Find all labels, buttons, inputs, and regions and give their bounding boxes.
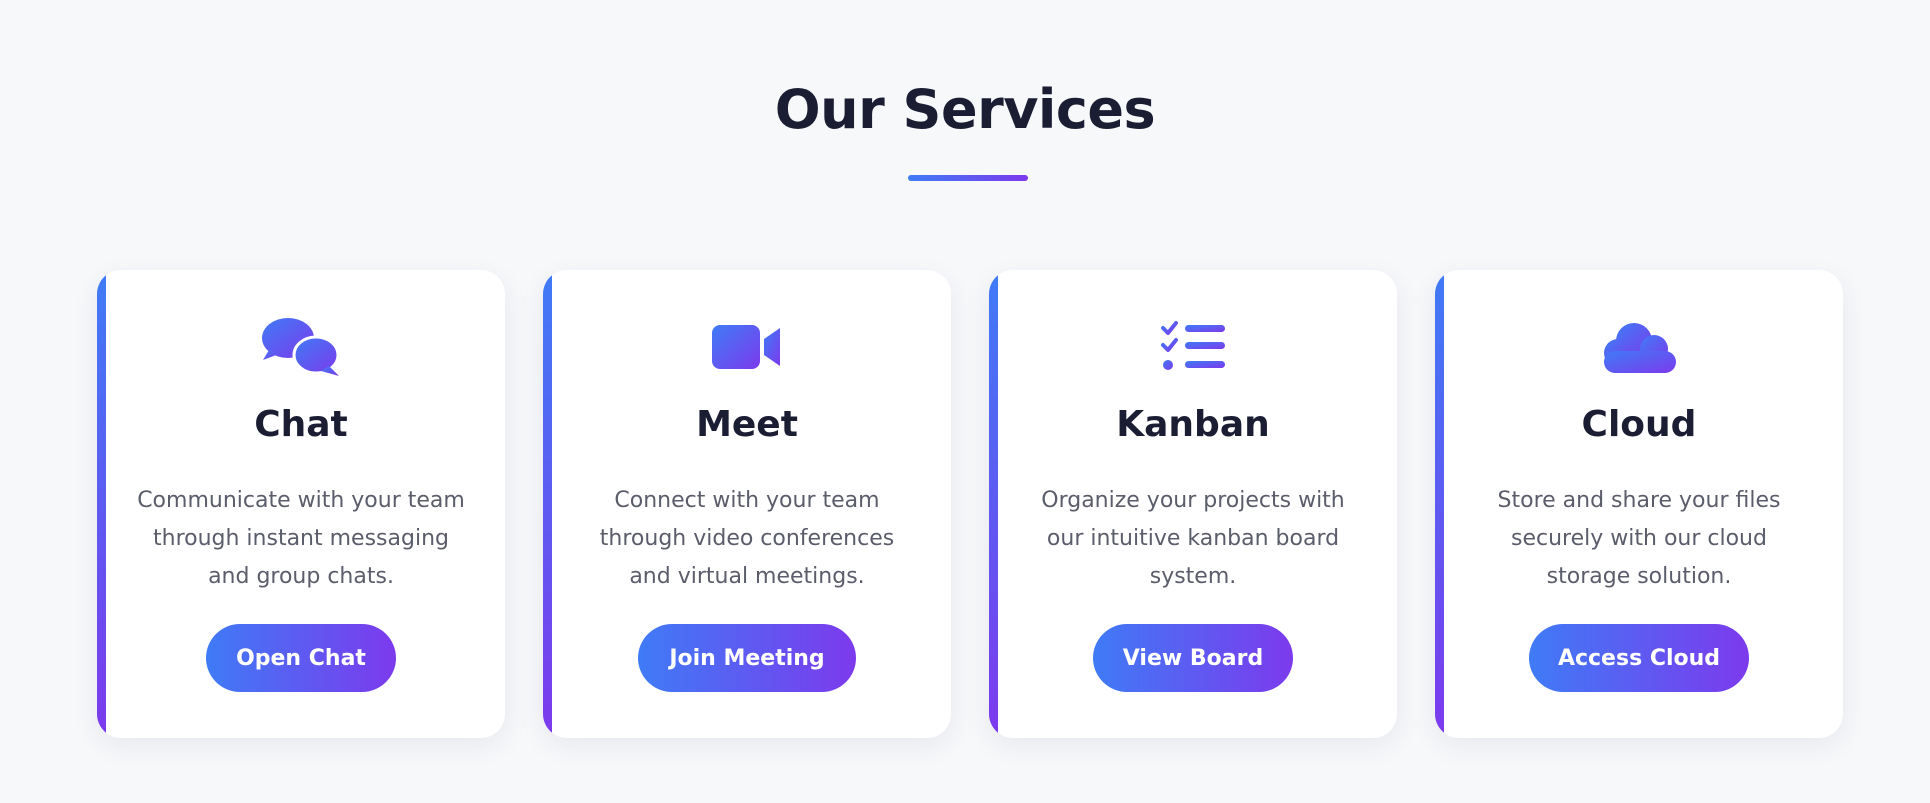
service-card-meet: Meet Connect with your team through vide… — [543, 270, 951, 738]
service-description: Communicate with your team through insta… — [137, 488, 465, 589]
service-title: Kanban — [1116, 404, 1270, 445]
service-title: Meet — [696, 404, 798, 445]
task-list-icon — [989, 312, 1397, 382]
service-description: Store and share your files securely with… — [1497, 488, 1781, 589]
service-description: Connect with your team through video con… — [599, 488, 895, 589]
cloud-icon — [1435, 312, 1843, 382]
title-underline — [908, 175, 1028, 181]
open-chat-button[interactable]: Open Chat — [206, 624, 396, 692]
section-title: Our Services — [774, 78, 1156, 141]
view-board-button[interactable]: View Board — [1093, 624, 1293, 692]
service-title: Cloud — [1581, 404, 1697, 445]
access-cloud-button[interactable]: Access Cloud — [1529, 624, 1749, 692]
chat-bubbles-icon — [97, 312, 505, 382]
join-meeting-button[interactable]: Join Meeting — [638, 624, 856, 692]
service-title: Chat — [254, 404, 348, 445]
service-card-cloud: Cloud Store and share your files securel… — [1435, 270, 1843, 738]
video-camera-icon — [543, 312, 951, 382]
service-description: Organize your projects with our intuitiv… — [1041, 488, 1345, 589]
services-grid: Chat Communicate with your team through … — [97, 270, 1843, 738]
service-card-kanban: Kanban Organize your projects with our i… — [989, 270, 1397, 738]
service-card-chat: Chat Communicate with your team through … — [97, 270, 505, 738]
